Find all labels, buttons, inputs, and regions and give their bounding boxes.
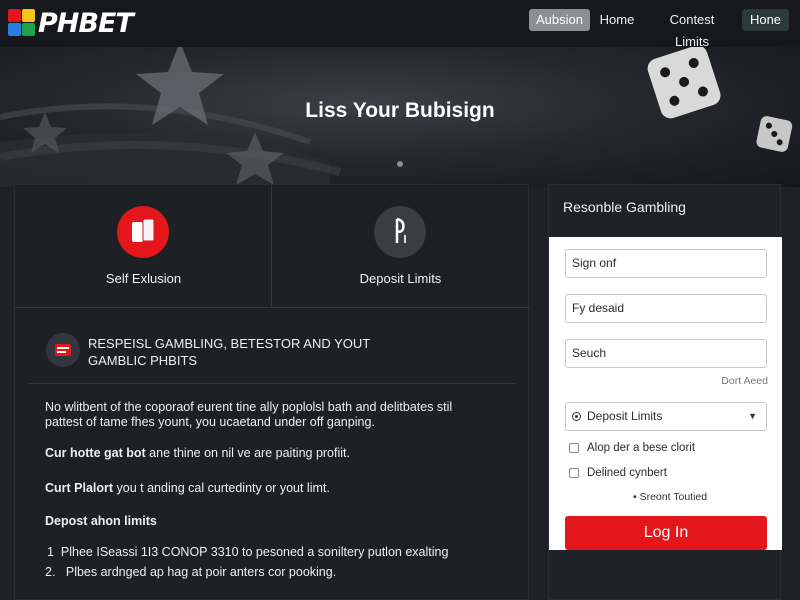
list-item-text: Plbes ardnged ap hag at poir anters cor … <box>65 565 337 579</box>
logo[interactable]: PHBET <box>8 6 134 40</box>
list-item: 2. Plbes ardnged ap hag at poir anters c… <box>45 565 515 580</box>
list-item-number: 2. <box>45 565 56 579</box>
nav-item-hone[interactable]: Hone <box>742 9 789 31</box>
section-heading-line1: RESPEISL GAMBLING, BETESTOR AND YOUT <box>88 336 371 351</box>
feature-label-self-exclusion: Self Exlusion <box>105 271 182 286</box>
bullet-icon: • <box>633 491 640 503</box>
main-content-panel: Self Exlusion Deposit Limits RESPEISL GA… <box>14 184 530 600</box>
small-link[interactable]: • Sreont Toutied <box>633 491 707 503</box>
top-bar: PHBET Aubsion Home Contest Limits Hone <box>0 0 800 49</box>
list-item: 1 Plhee ISeassi 1I3 CONOP 3310 to pesone… <box>47 545 517 560</box>
section-heading: RESPEISL GAMBLING, BETESTOR AND YOUT GAM… <box>88 335 370 369</box>
responsible-badge-icon <box>46 333 80 367</box>
responsible-gambling-sidebar: Resonble Gambling Sign onf Fy desaid Seu… <box>548 184 782 600</box>
feature-self-exclusion[interactable]: Self Exlusion <box>15 185 272 307</box>
divider <box>29 383 515 384</box>
section-heading-line2: GAMBLIC PHBITS <box>88 353 198 368</box>
deposit-field[interactable]: Fy desaid <box>565 294 767 323</box>
intro-line1: No wlitbent of the coporaof eurent tine … <box>45 400 453 414</box>
checkbox-row[interactable]: Delined cynbert <box>569 465 667 481</box>
paragraph-plalort: Curt Plalort you t anding cal curtedinty… <box>45 481 515 496</box>
radio-icon <box>572 412 581 421</box>
intro-paragraph: No wlitbent of the coporaof eurent tine … <box>45 400 515 430</box>
dont-read-link[interactable]: Dort Aeed <box>721 375 768 387</box>
checkbox[interactable] <box>569 468 579 478</box>
feature-label-deposit-limits: Deposit Limits <box>359 271 442 286</box>
list-item-text: Plhee ISeassi 1I3 CONOP 3310 to pesoned … <box>60 545 449 559</box>
hero-banner: Liss Your Bubisign <box>0 47 800 187</box>
select-value: Deposit Limits <box>587 409 663 423</box>
logo-mark-icon <box>8 9 36 37</box>
small-link-text: Sreont Toutied <box>639 491 708 503</box>
list-item-number: 1 <box>47 545 54 559</box>
search-input[interactable]: Seuch <box>565 339 767 368</box>
intro-line2: pattest of tame fhes yount, you ucaetand… <box>45 415 375 429</box>
dot-icon <box>397 161 403 167</box>
login-button[interactable]: Log In <box>565 516 767 550</box>
paragraph-hot-bet-bold: Cur hotte gat bot <box>45 446 146 460</box>
nav-item-home[interactable]: Home <box>596 9 638 31</box>
paragraph-plalort-bold: Curt Plalort <box>45 481 114 495</box>
feature-deposit-limits[interactable]: Deposit Limits <box>272 185 529 307</box>
paragraph-plalort-text: you t anding cal curtedinty or yout limt… <box>113 481 330 495</box>
self-exclusion-icon <box>117 206 169 258</box>
chevron-down-icon: ▼ <box>748 411 757 421</box>
nav-item-contest-limits[interactable]: Contest Limits <box>651 9 733 49</box>
checkbox-label: Alop der a bese clorit <box>587 442 696 454</box>
paragraph-hot-bet-text: ane thine on nil ve are paiting profiit. <box>145 446 350 460</box>
divider <box>15 307 530 308</box>
sidebar-title: Resonble Gambling <box>563 199 686 215</box>
paragraph-hot-bet: Cur hotte gat bot ane thine on nil ve ar… <box>45 446 515 461</box>
deposit-limits-icon <box>374 206 426 258</box>
checkbox-row[interactable]: Alop der a bese clorit <box>569 440 695 456</box>
sign-on-field[interactable]: Sign onf <box>565 249 767 278</box>
login-form: Sign onf Fy desaid Seuch Dort Aeed Depos… <box>549 237 782 550</box>
logo-text: PHBET <box>38 7 134 39</box>
nav-item-aubsion[interactable]: Aubsion <box>529 9 590 31</box>
hero-title: Liss Your Bubisign <box>305 99 495 122</box>
checkbox-label: Delined cynbert <box>587 467 667 479</box>
list-heading: Depost ahon limits <box>45 514 157 528</box>
deposit-limits-select[interactable]: Deposit Limits ▼ <box>565 402 767 431</box>
checkbox[interactable] <box>569 443 579 453</box>
